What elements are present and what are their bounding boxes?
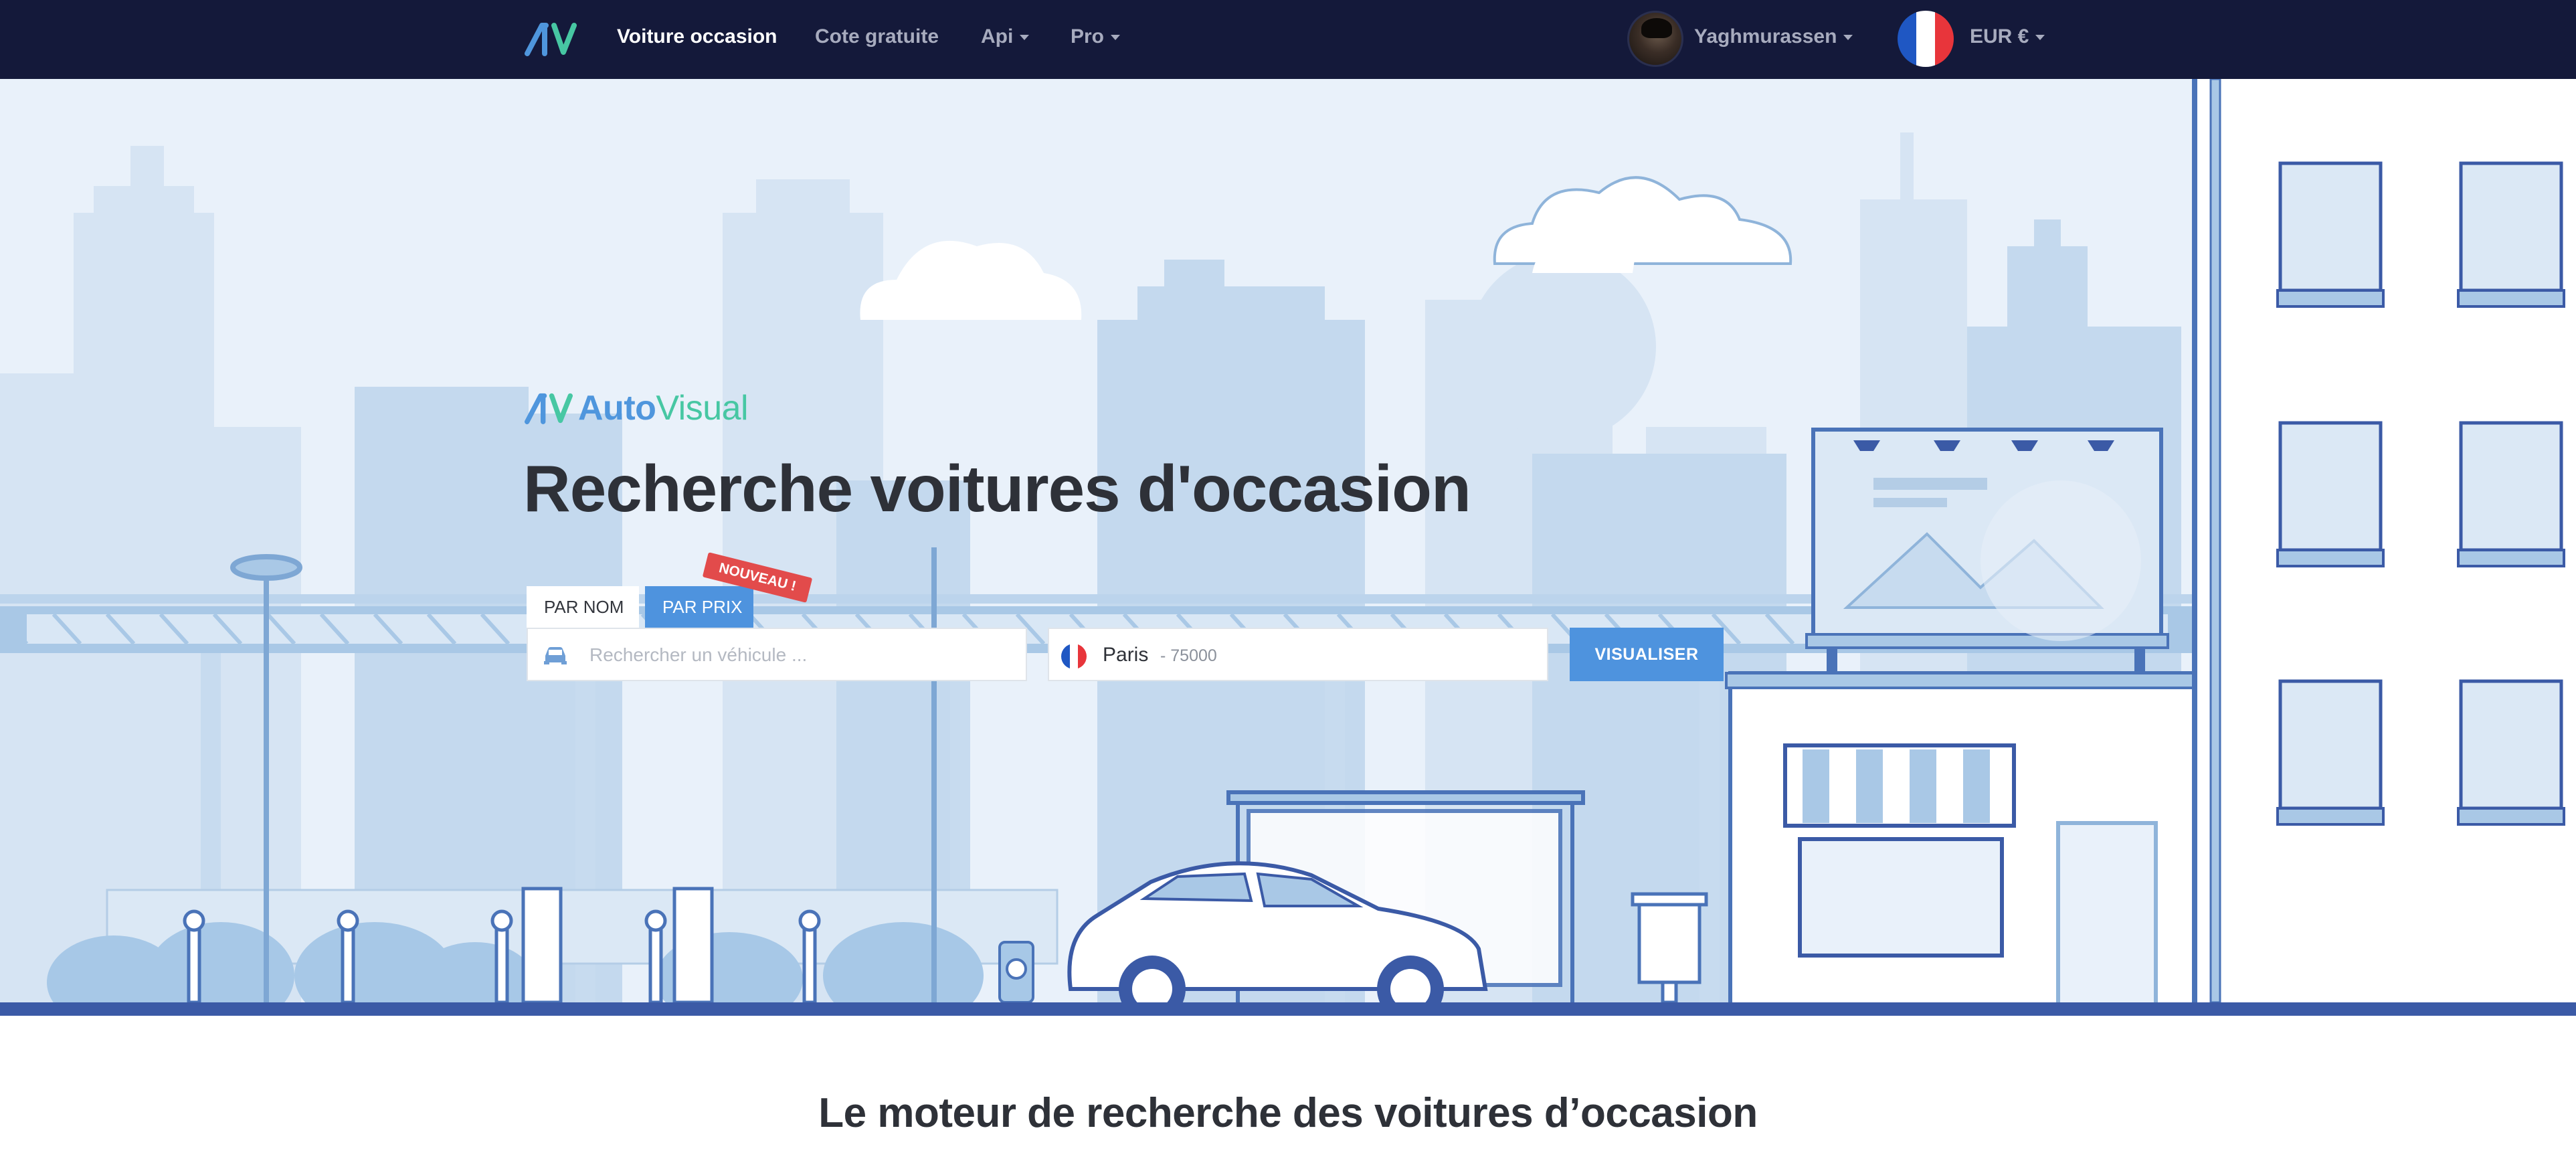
brand-name-auto: Auto [578,389,656,428]
vehicle-search-box [527,628,1027,681]
vehicle-search-input[interactable] [589,634,1011,676]
avatar[interactable] [1627,11,1683,67]
nav-link-cote-gratuite[interactable]: Cote gratuite [815,25,939,48]
location-zip: - 75000 [1160,646,1217,665]
hero-section: Auto Visual Recherche voitures d'occasion… [0,79,2576,1016]
currency-menu[interactable]: EUR € [1970,25,2045,48]
visualiser-button[interactable]: Visualiser [1570,628,1724,681]
nav-link-pro-label: Pro [1071,25,1105,48]
brand-name-visual: Visual [656,389,749,428]
city-illustration [0,79,2576,1016]
location-field[interactable]: Paris - 75000 [1048,628,1548,681]
caret-down-icon [1843,35,1853,41]
flag-fr-icon[interactable] [1898,11,1954,67]
nav-link-voiture-occasion[interactable]: Voiture occasion [617,25,777,48]
section-tagline: Le moteur de recherche des voitures d’oc… [818,1090,1758,1136]
nav-link-api-label: Api [981,25,1014,48]
user-name: Yaghmurassen [1694,25,1837,48]
logo-icon [525,393,573,425]
caret-down-icon [1111,35,1121,41]
flag-fr-icon [1061,644,1087,669]
logo-icon[interactable] [525,20,577,58]
caret-down-icon [2035,35,2045,41]
page-title: Recherche voitures d'occasion [523,452,1471,525]
car-icon [544,647,567,664]
nav-link-pro[interactable]: Pro [1071,25,1121,48]
tab-par-nom[interactable]: Par nom [527,586,639,628]
tab-par-prix[interactable]: Par prix [645,586,753,628]
currency-label: EUR € [1970,25,2029,48]
location-city: Paris [1103,644,1149,666]
top-navbar: Voiture occasion Cote gratuite Api Pro Y… [0,0,2576,79]
nav-link-api[interactable]: Api [981,25,1030,48]
user-menu[interactable]: Yaghmurassen [1694,25,1853,48]
caret-down-icon [1020,35,1030,41]
brand-logo: Auto Visual [525,388,749,428]
